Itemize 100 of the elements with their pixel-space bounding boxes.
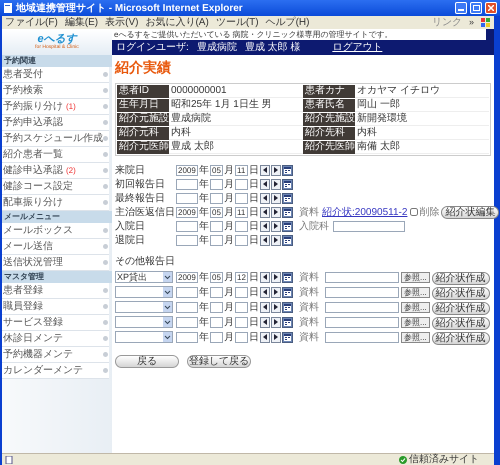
sidebar-item[interactable]: 健診コース設定 [2,179,109,195]
sidebar-item[interactable]: 紹介患者一覧 [2,147,109,163]
browse-button[interactable]: 参照... [401,302,430,312]
form-button[interactable]: 登録して戻る [187,355,251,368]
menu-item[interactable]: ツール(T) [216,17,259,28]
day-field[interactable] [235,192,248,204]
day-field[interactable] [235,332,248,342]
previous-button[interactable] [260,164,270,176]
previous-button[interactable] [260,316,270,328]
year-field[interactable] [176,332,198,342]
minimize-button[interactable] [455,2,467,14]
calendar-button[interactable] [282,286,293,298]
next-button[interactable] [271,192,281,204]
year-field[interactable] [176,192,198,204]
previous-button[interactable] [260,286,270,298]
previous-button[interactable] [260,332,270,342]
action-button[interactable]: 紹介状編集 [441,206,500,218]
next-button[interactable] [271,220,281,232]
sidebar-item[interactable]: 送信状況管理 [2,255,109,271]
calendar-button[interactable] [282,332,293,342]
next-button[interactable] [271,302,281,312]
month-field[interactable] [210,220,223,232]
month-field[interactable] [210,332,223,342]
menu-item[interactable]: お気に入り(A) [145,17,209,28]
sidebar-item[interactable]: カレンダーメンテ [2,363,109,379]
year-field[interactable] [176,316,198,328]
month-field[interactable]: 05 [210,272,223,282]
previous-button[interactable] [260,206,270,218]
sidebar-item[interactable]: 職員登録 [2,299,109,315]
browse-button[interactable]: 参照... [401,286,430,298]
calendar-button[interactable] [282,272,293,282]
file-field[interactable] [325,272,399,282]
day-field[interactable]: 11 [235,206,248,218]
month-field[interactable] [210,192,223,204]
year-field[interactable] [176,302,198,312]
sidebar-item[interactable]: 患者受付 [2,67,109,83]
calendar-button[interactable] [282,192,293,204]
sidebar-item[interactable]: 健診申込承認 (2) [2,163,109,179]
month-field[interactable] [210,178,223,190]
form-button[interactable]: 戻る [115,355,179,368]
previous-button[interactable] [260,302,270,312]
calendar-button[interactable] [282,316,293,328]
year-field[interactable]: 2009 [176,206,198,218]
type-select[interactable] [115,301,173,313]
sidebar-item[interactable]: メール送信 [2,239,109,255]
day-field[interactable] [235,316,248,328]
day-field[interactable] [235,286,248,298]
calendar-button[interactable] [282,302,293,312]
delete-checkbox[interactable] [410,208,418,216]
month-field[interactable]: 05 [210,206,223,218]
file-field[interactable] [325,302,399,312]
year-field[interactable] [176,286,198,298]
browse-button[interactable]: 参照... [401,316,430,328]
browse-button[interactable]: 参照... [401,272,430,282]
type-select[interactable] [115,316,173,328]
previous-button[interactable] [260,192,270,204]
previous-button[interactable] [260,220,270,232]
sidebar-item[interactable]: 配車振り分け [2,195,109,211]
calendar-button[interactable] [282,164,293,176]
year-field[interactable]: 2009 [176,272,198,282]
department-field[interactable] [333,220,405,232]
day-field[interactable] [235,302,248,312]
sidebar-item[interactable]: 患者登録 [2,283,109,299]
calendar-button[interactable] [282,220,293,232]
action-button[interactable]: 紹介状作成 [432,302,490,315]
day-field[interactable] [235,220,248,232]
action-button[interactable]: 紹介状作成 [432,287,490,300]
previous-button[interactable] [260,272,270,282]
sidebar-item[interactable]: 休診日メンテ [2,331,109,347]
day-field[interactable]: 11 [235,164,248,176]
file-field[interactable] [325,286,399,298]
previous-button[interactable] [260,234,270,246]
month-field[interactable] [210,302,223,312]
month-field[interactable] [210,286,223,298]
sidebar-item[interactable]: サービス登録 [2,315,109,331]
day-field[interactable] [235,234,248,246]
menu-item[interactable]: 編集(E) [64,17,98,28]
type-select[interactable]: XP貸出 [115,271,173,283]
day-field[interactable] [235,178,248,190]
year-field[interactable] [176,220,198,232]
next-button[interactable] [271,286,281,298]
calendar-button[interactable] [282,206,293,218]
referral-link[interactable]: 紹介状:20090511-2 [322,206,408,218]
day-field[interactable]: 12 [235,272,248,282]
year-field[interactable]: 2009 [176,164,198,176]
month-field[interactable] [210,316,223,328]
menu-item[interactable]: 表示(V) [105,17,138,28]
menu-item[interactable]: ヘルプ(H) [266,17,310,28]
next-button[interactable] [271,234,281,246]
sidebar-item[interactable]: 予約検索 [2,83,109,99]
type-select[interactable] [115,286,173,298]
maximize-button[interactable] [470,2,482,14]
previous-button[interactable] [260,178,270,190]
year-field[interactable] [176,178,198,190]
next-button[interactable] [271,272,281,282]
logout-link[interactable]: ログアウト [332,42,382,53]
browse-button[interactable]: 参照... [401,332,430,342]
calendar-button[interactable] [282,178,293,190]
file-field[interactable] [325,332,399,342]
next-button[interactable] [271,164,281,176]
